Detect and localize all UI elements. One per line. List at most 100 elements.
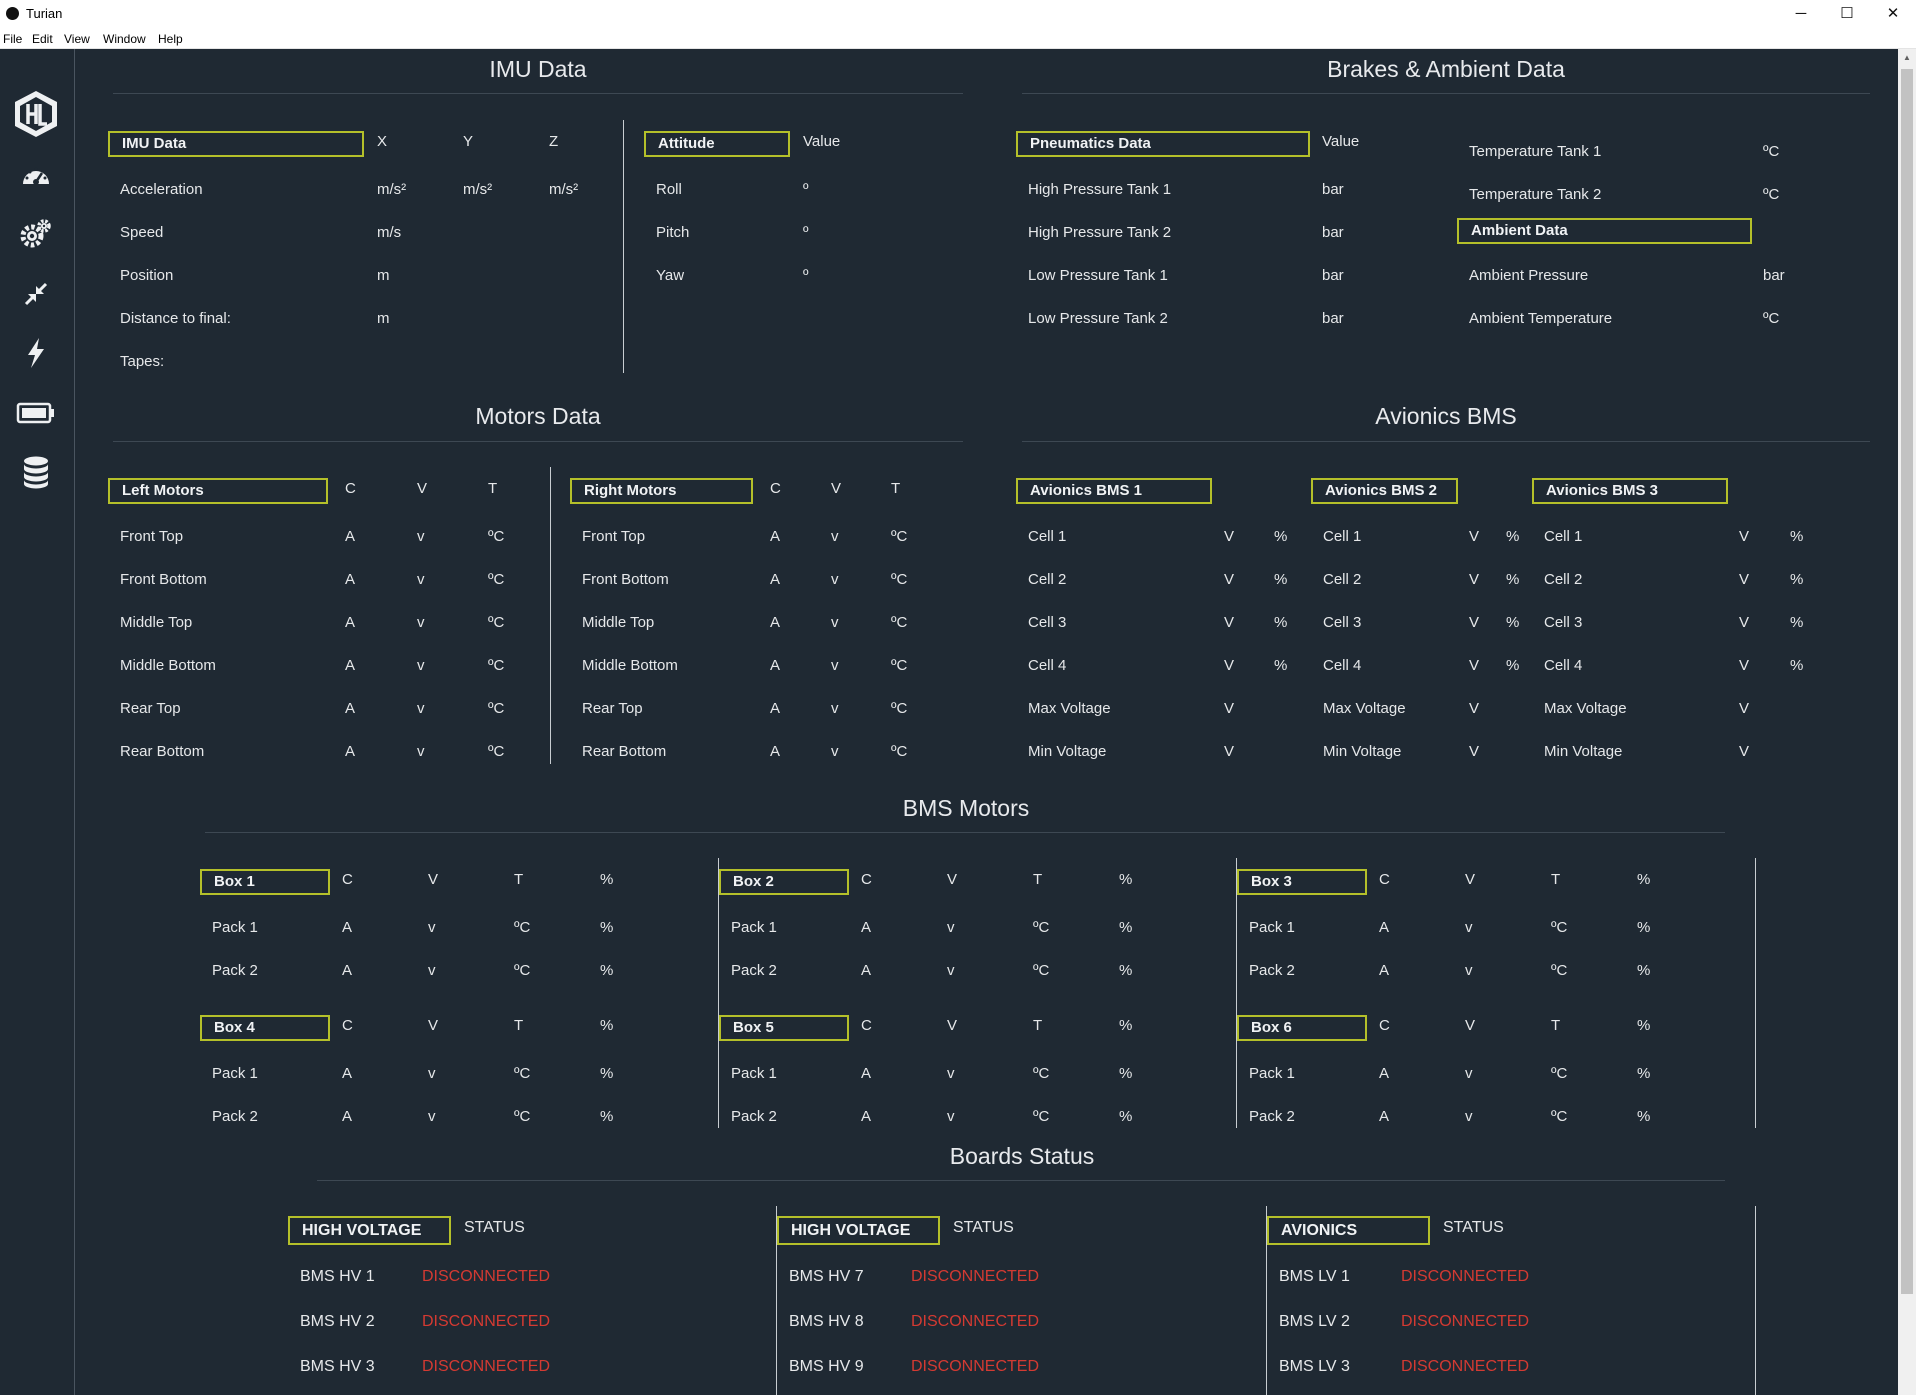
- column-header-value: Value: [1322, 133, 1360, 150]
- unit-value: A: [770, 571, 781, 588]
- menu-view[interactable]: View: [64, 32, 90, 46]
- power-icon[interactable]: [14, 331, 58, 375]
- database-icon[interactable]: [14, 450, 58, 494]
- menu-file[interactable]: File: [3, 32, 22, 46]
- settings-icon[interactable]: [14, 212, 58, 256]
- pack-row-label: Pack 2: [1249, 1108, 1295, 1125]
- right-motor-row-label: Front Bottom: [582, 571, 669, 588]
- imu-data-header: IMU Data: [108, 131, 364, 157]
- unit-value: v: [947, 919, 955, 936]
- unit-value: ºC: [488, 614, 505, 631]
- bms-column-header: T: [514, 871, 524, 888]
- avionics-row-label: Cell 2: [1323, 571, 1362, 588]
- menu-help[interactable]: Help: [158, 32, 183, 46]
- unit-value: ºC: [1033, 962, 1050, 979]
- unit-value: ºC: [1033, 1108, 1050, 1125]
- pack-row-label: Pack 2: [212, 962, 258, 979]
- unit-value: v: [1465, 919, 1473, 936]
- unit-value: v: [417, 700, 425, 717]
- pack-row-label: Pack 1: [212, 919, 258, 936]
- bms-column-header: T: [1033, 871, 1043, 888]
- bms-column-header: V: [947, 871, 958, 888]
- column-header-status: STATUS: [464, 1219, 525, 1236]
- unit-value: ºC: [1763, 310, 1780, 327]
- unit-value: ºC: [891, 700, 908, 717]
- boards-divider: [317, 1180, 1725, 1181]
- bms-column-header: %: [1637, 1017, 1651, 1034]
- unit-value: m: [377, 310, 390, 327]
- unit-value: ºC: [1551, 1065, 1568, 1082]
- unit-value: v: [417, 657, 425, 674]
- scrollbar-thumb[interactable]: [1901, 69, 1913, 1294]
- avionics-section-title: Avionics BMS: [1375, 403, 1517, 429]
- unit-value: ºC: [1033, 1065, 1050, 1082]
- unit-value: %: [600, 919, 614, 936]
- unit-value: %: [1637, 919, 1651, 936]
- bms-column-header: C: [342, 1017, 353, 1034]
- unit-value: V: [1469, 614, 1480, 631]
- scroll-up-icon[interactable]: ▲: [1903, 53, 1911, 62]
- ambient-data-header: Ambient Data: [1457, 218, 1752, 244]
- column-header-c: C: [345, 480, 356, 497]
- unit-value: V: [1739, 528, 1750, 545]
- bms-box-header: Box 6: [1237, 1015, 1367, 1041]
- bms-column-header: %: [1119, 1017, 1133, 1034]
- status-badge: DISCONNECTED: [1401, 1268, 1530, 1285]
- bms-column-header: %: [600, 871, 614, 888]
- bms-box-header: Box 5: [719, 1015, 849, 1041]
- unit-value: A: [770, 528, 781, 545]
- right-motor-row-label: Front Top: [582, 528, 646, 545]
- dashboard-icon[interactable]: [14, 153, 58, 197]
- board-row-label: BMS HV 9: [789, 1358, 864, 1375]
- unit-value: A: [1379, 1108, 1390, 1125]
- minimize-button[interactable]: ─: [1778, 2, 1824, 26]
- unit-value: A: [345, 614, 356, 631]
- logo-icon[interactable]: [11, 89, 61, 139]
- avionics-row-label: Max Voltage: [1544, 700, 1627, 717]
- maximize-button[interactable]: ☐: [1824, 2, 1870, 26]
- board-row-label: BMS LV 3: [1279, 1358, 1350, 1375]
- bms-box-divider: [1755, 858, 1756, 1128]
- bms-column-header: V: [1465, 871, 1476, 888]
- column-header-v: V: [831, 480, 842, 497]
- avionics-row-label: Min Voltage: [1028, 743, 1107, 760]
- avionics-row-label: Cell 3: [1323, 614, 1362, 631]
- bms-box-header: Box 1: [200, 869, 330, 895]
- unit-value: V: [1739, 571, 1750, 588]
- pack-row-label: Pack 2: [731, 962, 777, 979]
- collapse-icon[interactable]: [14, 272, 58, 316]
- app-icon: [6, 7, 19, 20]
- avionics-bms-header: Avionics BMS 3: [1532, 478, 1728, 504]
- unit-value: A: [345, 743, 356, 760]
- unit-value: v: [831, 743, 839, 760]
- unit-value: %: [1790, 571, 1804, 588]
- pack-row-label: Pack 2: [212, 1108, 258, 1125]
- unit-value: V: [1739, 614, 1750, 631]
- right-motor-row-label: Middle Bottom: [582, 657, 678, 674]
- unit-value: v: [417, 528, 425, 545]
- unit-value: ºC: [1033, 919, 1050, 936]
- unit-value: A: [342, 919, 353, 936]
- unit-value: A: [1379, 1065, 1390, 1082]
- menu-window[interactable]: Window: [103, 32, 146, 46]
- menu-edit[interactable]: Edit: [32, 32, 53, 46]
- brakes-section-title: Brakes & Ambient Data: [1327, 56, 1565, 82]
- vertical-scrollbar[interactable]: ▲: [1898, 49, 1916, 1395]
- unit-value: A: [342, 1065, 353, 1082]
- unit-value: A: [770, 743, 781, 760]
- unit-value: V: [1469, 571, 1480, 588]
- status-badge: DISCONNECTED: [1401, 1313, 1530, 1330]
- status-badge: DISCONNECTED: [911, 1358, 1040, 1375]
- attitude-row-label: Pitch: [656, 224, 690, 241]
- bms-column-header: C: [861, 871, 872, 888]
- unit-value: %: [1790, 657, 1804, 674]
- board-group-header: HIGH VOLTAGE: [777, 1216, 940, 1245]
- pneumatics-header: Pneumatics Data: [1016, 131, 1310, 157]
- pack-row-label: Pack 1: [1249, 919, 1295, 936]
- bms-box-header: Box 2: [719, 869, 849, 895]
- unit-value: V: [1224, 657, 1235, 674]
- bms-box-divider: [1236, 858, 1237, 1128]
- close-button[interactable]: ✕: [1870, 2, 1916, 26]
- battery-icon[interactable]: [14, 391, 58, 435]
- unit-value: ºC: [514, 1108, 531, 1125]
